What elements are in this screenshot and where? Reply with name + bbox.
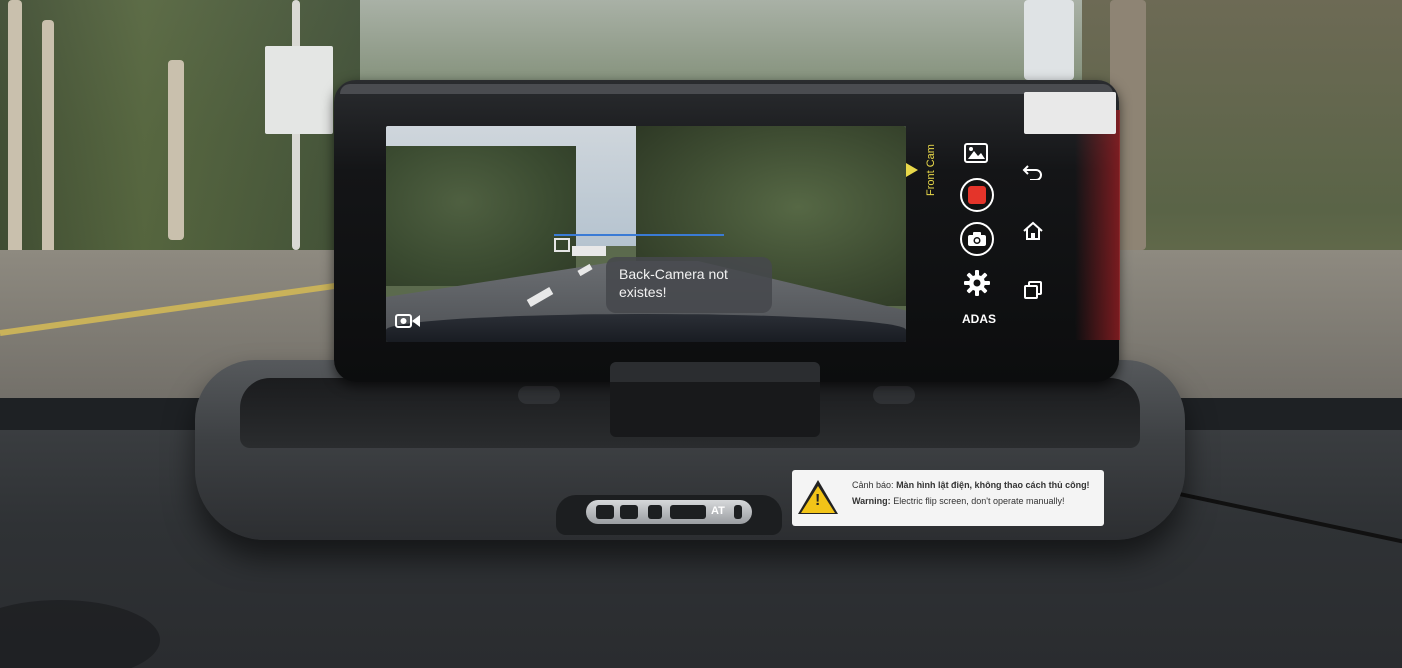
port-slot [620,505,638,519]
gallery-button[interactable] [963,142,989,164]
front-cam-label: Front Cam [925,144,937,196]
settings-icon [964,270,990,296]
road-sign [1024,0,1074,80]
exclamation-icon: ! [815,492,821,509]
warning-sticker: ! Cảnh báo: Màn hình lật điện, không tha… [792,470,1104,526]
hinge-top [610,362,820,382]
car-hood [386,314,906,342]
warning-line-vietnamese: Cảnh báo: Màn hình lật điện, không thao … [852,477,1098,493]
warning-line-english: Warning: Electric flip screen, don't ope… [852,493,1098,509]
feed-trees-left [386,146,576,286]
tree-trunk [8,0,22,255]
tree-trunk [168,60,184,240]
front-cam-indicator-arrow[interactable] [906,163,918,177]
warning-text-en: Electric flip screen, don't operate manu… [893,496,1065,506]
bezel-rim [340,84,1113,94]
tree-trunk [42,20,54,255]
home-icon [1023,221,1043,240]
cradle-nub [873,386,915,404]
warning-text-vi: Màn hình lật điện, không thao cách thủ c… [896,480,1090,490]
port-slot [596,505,614,519]
record-button[interactable] [960,178,994,212]
warning-label-vi: Cảnh báo: [852,480,894,490]
recents-icon [1024,281,1042,299]
ports-label: AT [711,505,725,517]
ports-plate [586,500,752,524]
home-button[interactable] [1020,218,1046,244]
cradle-nub [518,386,560,404]
port-slot [734,505,742,519]
port-slot [670,505,706,519]
port-slot [648,505,662,519]
video-camera-icon[interactable] [395,312,421,330]
camera-icon [968,232,986,246]
snapshot-button[interactable] [960,222,994,256]
road-sign [265,46,333,134]
record-icon [968,186,986,204]
protective-film-sticker [1024,92,1116,134]
recents-button[interactable] [1021,278,1045,302]
crosswalk [572,246,606,256]
adas-guide-line [554,234,724,236]
settings-button[interactable] [962,268,992,298]
adas-label[interactable]: ADAS [962,312,996,326]
gallery-icon [964,143,988,163]
adas-target-box [554,238,570,252]
back-camera-toast: Back-Camera not existes! [606,257,772,313]
toast-text: Back-Camera not existes! [619,266,728,300]
back-icon [1022,165,1042,180]
screen-glare [1075,110,1120,340]
back-button[interactable] [1020,160,1046,182]
warning-label-en: Warning: [852,496,891,506]
